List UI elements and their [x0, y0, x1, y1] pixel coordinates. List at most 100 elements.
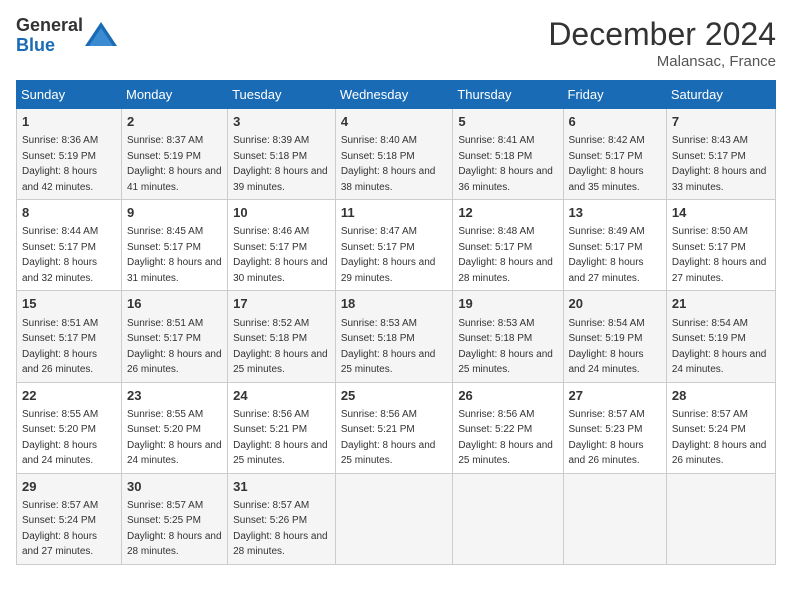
table-row: 1 Sunrise: 8:36 AMSunset: 5:19 PMDayligh… — [17, 109, 122, 200]
day-number: 25 — [341, 387, 448, 405]
day-number: 12 — [458, 204, 557, 222]
table-row: 27 Sunrise: 8:57 AMSunset: 5:23 PMDaylig… — [563, 382, 666, 473]
day-detail: Sunrise: 8:54 AMSunset: 5:19 PMDaylight:… — [672, 318, 767, 376]
day-detail: Sunrise: 8:56 AMSunset: 5:22 PMDaylight:… — [458, 409, 553, 467]
day-detail: Sunrise: 8:51 AMSunset: 5:17 PMDaylight:… — [127, 318, 222, 376]
table-row: 10 Sunrise: 8:46 AMSunset: 5:17 PMDaylig… — [228, 200, 336, 291]
day-detail: Sunrise: 8:55 AMSunset: 5:20 PMDaylight:… — [127, 409, 222, 467]
day-detail: Sunrise: 8:43 AMSunset: 5:17 PMDaylight:… — [672, 135, 767, 193]
table-row: 21 Sunrise: 8:54 AMSunset: 5:19 PMDaylig… — [666, 291, 775, 382]
table-row: 12 Sunrise: 8:48 AMSunset: 5:17 PMDaylig… — [453, 200, 563, 291]
col-tuesday: Tuesday — [228, 81, 336, 109]
col-saturday: Saturday — [666, 81, 775, 109]
title-block: December 2024 Malansac, France — [548, 16, 776, 70]
table-row: 17 Sunrise: 8:52 AMSunset: 5:18 PMDaylig… — [228, 291, 336, 382]
table-row: 24 Sunrise: 8:56 AMSunset: 5:21 PMDaylig… — [228, 382, 336, 473]
logo-icon — [83, 18, 119, 54]
calendar-week-row: 8 Sunrise: 8:44 AMSunset: 5:17 PMDayligh… — [17, 200, 776, 291]
day-number: 3 — [233, 113, 330, 131]
logo-general: General — [16, 16, 83, 36]
day-number: 24 — [233, 387, 330, 405]
table-row: 14 Sunrise: 8:50 AMSunset: 5:17 PMDaylig… — [666, 200, 775, 291]
day-number: 8 — [22, 204, 116, 222]
page-header: General Blue December 2024 Malansac, Fra… — [16, 16, 776, 70]
month-title: December 2024 — [548, 16, 776, 53]
day-number: 9 — [127, 204, 222, 222]
day-number: 29 — [22, 478, 116, 496]
day-number: 7 — [672, 113, 770, 131]
table-row — [666, 473, 775, 564]
day-detail: Sunrise: 8:40 AMSunset: 5:18 PMDaylight:… — [341, 135, 436, 193]
calendar-table: Sunday Monday Tuesday Wednesday Thursday… — [16, 80, 776, 565]
day-number: 4 — [341, 113, 448, 131]
day-detail: Sunrise: 8:50 AMSunset: 5:17 PMDaylight:… — [672, 226, 767, 284]
day-detail: Sunrise: 8:52 AMSunset: 5:18 PMDaylight:… — [233, 318, 328, 376]
day-detail: Sunrise: 8:41 AMSunset: 5:18 PMDaylight:… — [458, 135, 553, 193]
table-row: 31 Sunrise: 8:57 AMSunset: 5:26 PMDaylig… — [228, 473, 336, 564]
table-row: 9 Sunrise: 8:45 AMSunset: 5:17 PMDayligh… — [122, 200, 228, 291]
day-number: 1 — [22, 113, 116, 131]
table-row — [563, 473, 666, 564]
day-number: 30 — [127, 478, 222, 496]
day-number: 21 — [672, 295, 770, 313]
day-detail: Sunrise: 8:57 AMSunset: 5:24 PMDaylight:… — [672, 409, 767, 467]
day-detail: Sunrise: 8:57 AMSunset: 5:25 PMDaylight:… — [127, 500, 222, 558]
day-number: 28 — [672, 387, 770, 405]
table-row: 29 Sunrise: 8:57 AMSunset: 5:24 PMDaylig… — [17, 473, 122, 564]
day-detail: Sunrise: 8:47 AMSunset: 5:17 PMDaylight:… — [341, 226, 436, 284]
day-detail: Sunrise: 8:53 AMSunset: 5:18 PMDaylight:… — [458, 318, 553, 376]
table-row: 19 Sunrise: 8:53 AMSunset: 5:18 PMDaylig… — [453, 291, 563, 382]
table-row: 13 Sunrise: 8:49 AMSunset: 5:17 PMDaylig… — [563, 200, 666, 291]
table-row: 8 Sunrise: 8:44 AMSunset: 5:17 PMDayligh… — [17, 200, 122, 291]
day-detail: Sunrise: 8:49 AMSunset: 5:17 PMDaylight:… — [569, 226, 645, 284]
table-row: 26 Sunrise: 8:56 AMSunset: 5:22 PMDaylig… — [453, 382, 563, 473]
day-number: 26 — [458, 387, 557, 405]
day-detail: Sunrise: 8:48 AMSunset: 5:17 PMDaylight:… — [458, 226, 553, 284]
table-row — [453, 473, 563, 564]
table-row: 22 Sunrise: 8:55 AMSunset: 5:20 PMDaylig… — [17, 382, 122, 473]
table-row: 11 Sunrise: 8:47 AMSunset: 5:17 PMDaylig… — [335, 200, 453, 291]
day-detail: Sunrise: 8:37 AMSunset: 5:19 PMDaylight:… — [127, 135, 222, 193]
day-detail: Sunrise: 8:51 AMSunset: 5:17 PMDaylight:… — [22, 318, 98, 376]
day-number: 31 — [233, 478, 330, 496]
calendar-week-row: 22 Sunrise: 8:55 AMSunset: 5:20 PMDaylig… — [17, 382, 776, 473]
day-detail: Sunrise: 8:56 AMSunset: 5:21 PMDaylight:… — [233, 409, 328, 467]
day-number: 17 — [233, 295, 330, 313]
table-row: 4 Sunrise: 8:40 AMSunset: 5:18 PMDayligh… — [335, 109, 453, 200]
calendar-week-row: 1 Sunrise: 8:36 AMSunset: 5:19 PMDayligh… — [17, 109, 776, 200]
table-row: 20 Sunrise: 8:54 AMSunset: 5:19 PMDaylig… — [563, 291, 666, 382]
day-detail: Sunrise: 8:55 AMSunset: 5:20 PMDaylight:… — [22, 409, 98, 467]
table-row: 30 Sunrise: 8:57 AMSunset: 5:25 PMDaylig… — [122, 473, 228, 564]
col-monday: Monday — [122, 81, 228, 109]
logo-text: General Blue — [16, 16, 83, 56]
calendar-header-row: Sunday Monday Tuesday Wednesday Thursday… — [17, 81, 776, 109]
day-detail: Sunrise: 8:56 AMSunset: 5:21 PMDaylight:… — [341, 409, 436, 467]
table-row: 2 Sunrise: 8:37 AMSunset: 5:19 PMDayligh… — [122, 109, 228, 200]
day-detail: Sunrise: 8:53 AMSunset: 5:18 PMDaylight:… — [341, 318, 436, 376]
day-detail: Sunrise: 8:57 AMSunset: 5:23 PMDaylight:… — [569, 409, 645, 467]
day-number: 2 — [127, 113, 222, 131]
calendar-week-row: 29 Sunrise: 8:57 AMSunset: 5:24 PMDaylig… — [17, 473, 776, 564]
table-row — [335, 473, 453, 564]
day-number: 16 — [127, 295, 222, 313]
day-detail: Sunrise: 8:42 AMSunset: 5:17 PMDaylight:… — [569, 135, 645, 193]
table-row: 6 Sunrise: 8:42 AMSunset: 5:17 PMDayligh… — [563, 109, 666, 200]
day-detail: Sunrise: 8:44 AMSunset: 5:17 PMDaylight:… — [22, 226, 98, 284]
table-row: 3 Sunrise: 8:39 AMSunset: 5:18 PMDayligh… — [228, 109, 336, 200]
day-number: 5 — [458, 113, 557, 131]
col-friday: Friday — [563, 81, 666, 109]
table-row: 25 Sunrise: 8:56 AMSunset: 5:21 PMDaylig… — [335, 382, 453, 473]
table-row: 5 Sunrise: 8:41 AMSunset: 5:18 PMDayligh… — [453, 109, 563, 200]
col-wednesday: Wednesday — [335, 81, 453, 109]
day-number: 22 — [22, 387, 116, 405]
day-number: 14 — [672, 204, 770, 222]
logo: General Blue — [16, 16, 119, 56]
logo-blue: Blue — [16, 36, 83, 56]
col-thursday: Thursday — [453, 81, 563, 109]
day-detail: Sunrise: 8:45 AMSunset: 5:17 PMDaylight:… — [127, 226, 222, 284]
table-row: 7 Sunrise: 8:43 AMSunset: 5:17 PMDayligh… — [666, 109, 775, 200]
day-number: 10 — [233, 204, 330, 222]
calendar-week-row: 15 Sunrise: 8:51 AMSunset: 5:17 PMDaylig… — [17, 291, 776, 382]
day-number: 23 — [127, 387, 222, 405]
day-number: 6 — [569, 113, 661, 131]
